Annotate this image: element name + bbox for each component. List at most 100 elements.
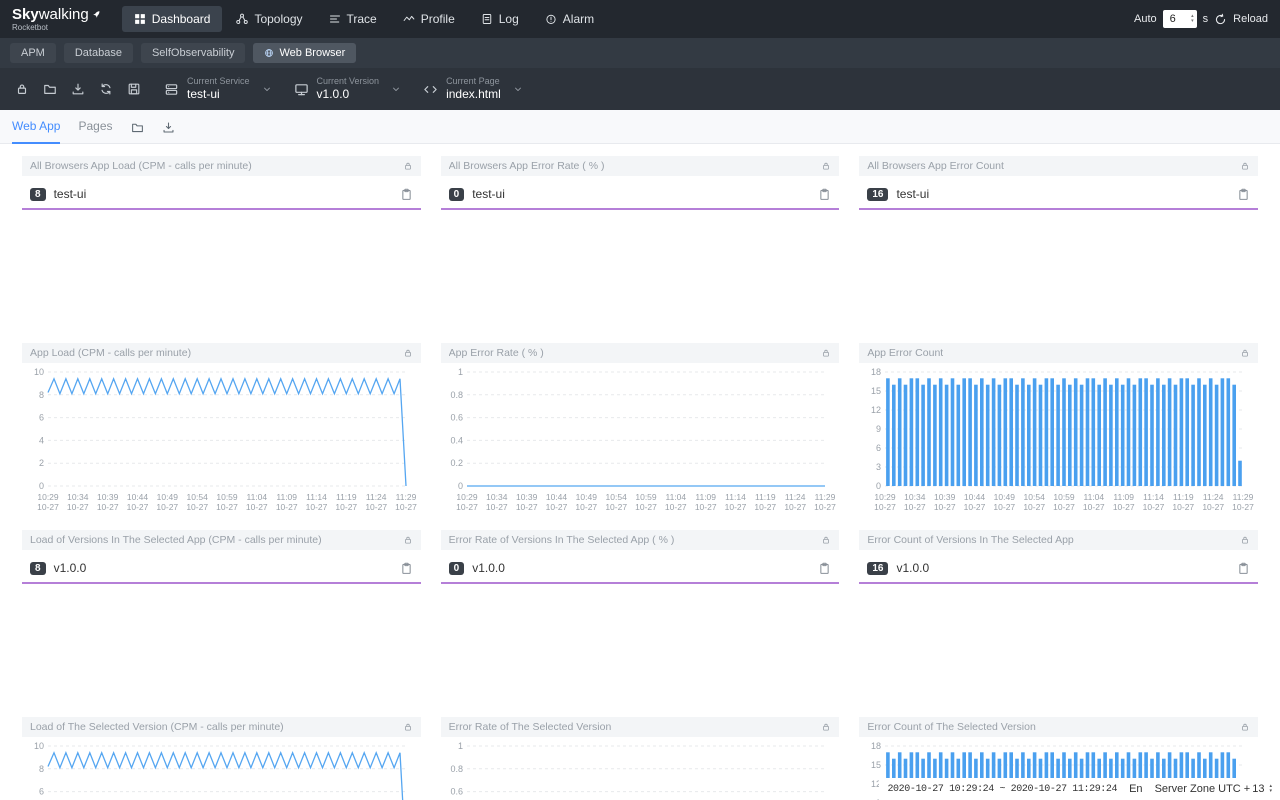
- copy-icon[interactable]: [400, 188, 413, 201]
- auto-reload-controls: Auto 6 s Reload: [1134, 10, 1268, 28]
- footer-bar: 2020-10-27 10:29:24 ~ 2020-10-27 11:29:2…: [879, 778, 1280, 800]
- lock-icon[interactable]: [821, 722, 831, 732]
- svg-text:10:34: 10:34: [904, 492, 926, 502]
- svg-text:10:29: 10:29: [875, 492, 897, 502]
- svg-text:11:24: 11:24: [1203, 492, 1224, 502]
- svg-text:15: 15: [871, 760, 881, 770]
- sync-icon[interactable]: [92, 75, 120, 103]
- chevron-down-icon: [513, 84, 523, 94]
- widget-header: App Error Count: [859, 343, 1258, 363]
- selector-current-page[interactable]: Current Page index.html: [423, 76, 529, 101]
- tab-label: SelfObservability: [152, 47, 235, 59]
- count-badge: 8: [30, 188, 46, 201]
- svg-text:11:14: 11:14: [306, 492, 327, 502]
- widget-title: Error Count of The Selected Version: [867, 721, 1035, 733]
- list-item[interactable]: 0 v1.0.0: [441, 550, 840, 582]
- nav-item-dashboard[interactable]: Dashboard: [122, 6, 223, 32]
- svg-text:10-27: 10-27: [635, 502, 657, 512]
- svg-text:10-27: 10-27: [365, 502, 387, 512]
- nav-item-label: Alarm: [563, 12, 594, 26]
- dashboard-tab-selfobservability[interactable]: SelfObservability: [141, 43, 246, 63]
- lock-icon[interactable]: [403, 535, 413, 545]
- server-zone-value[interactable]: 13: [1252, 783, 1264, 795]
- list-item[interactable]: 16 v1.0.0: [859, 550, 1258, 582]
- page-tab-web-app[interactable]: Web App: [12, 110, 60, 144]
- lock-icon[interactable]: [1240, 722, 1250, 732]
- widget-header: Error Rate of The Selected Version: [441, 717, 840, 737]
- nav-item-trace[interactable]: Trace: [317, 6, 389, 32]
- svg-text:10-27: 10-27: [874, 502, 896, 512]
- lock-icon[interactable]: [821, 535, 831, 545]
- copy-icon[interactable]: [818, 188, 831, 201]
- list-item[interactable]: 8 test-ui: [22, 176, 421, 208]
- page-tab-pages[interactable]: Pages: [78, 110, 112, 144]
- list-item[interactable]: 16 test-ui: [859, 176, 1258, 208]
- svg-text:10-27: 10-27: [186, 502, 208, 512]
- lock-icon[interactable]: [1240, 348, 1250, 358]
- list-item[interactable]: 8 v1.0.0: [22, 550, 421, 582]
- dashboard-tab-web-browser[interactable]: Web Browser: [253, 43, 356, 63]
- copy-icon[interactable]: [1237, 562, 1250, 575]
- save-icon[interactable]: [120, 75, 148, 103]
- trace-icon: [329, 13, 341, 25]
- svg-text:6: 6: [876, 443, 881, 453]
- value-bar: [859, 582, 1258, 584]
- lock-icon[interactable]: [403, 348, 413, 358]
- svg-text:9: 9: [876, 424, 881, 434]
- selector-current-version[interactable]: Current Version v1.0.0: [294, 76, 408, 101]
- stepper-icon[interactable]: [1269, 784, 1272, 794]
- copy-icon[interactable]: [818, 562, 831, 575]
- chart-canvas: 024681010:2910-2710:3410-2710:3910-2710:…: [22, 740, 418, 800]
- download-icon[interactable]: [162, 121, 175, 134]
- download-icon[interactable]: [64, 75, 92, 103]
- svg-text:10-27: 10-27: [1024, 502, 1046, 512]
- lock-icon[interactable]: [821, 161, 831, 171]
- stepper-icon[interactable]: [1191, 14, 1194, 24]
- copy-icon[interactable]: [1237, 188, 1250, 201]
- lock-icon[interactable]: [403, 722, 413, 732]
- nav-item-profile[interactable]: Profile: [391, 6, 467, 32]
- dashboard-tab-apm[interactable]: APM: [10, 43, 56, 63]
- lock-icon[interactable]: [821, 348, 831, 358]
- nav-item-topology[interactable]: Topology: [224, 6, 314, 32]
- list-item[interactable]: 0 test-ui: [441, 176, 840, 208]
- svg-text:10:44: 10:44: [127, 492, 149, 502]
- time-range-picker[interactable]: 2020-10-27 10:29:24 ~ 2020-10-27 11:29:2…: [887, 784, 1117, 795]
- nav-item-alarm[interactable]: Alarm: [533, 6, 606, 32]
- dashboard-tab-database[interactable]: Database: [64, 43, 133, 63]
- svg-text:0: 0: [39, 481, 44, 491]
- svg-text:0.6: 0.6: [450, 413, 463, 423]
- selector-current-service[interactable]: Current Service test-ui: [164, 76, 278, 101]
- nav-item-label: Trace: [347, 12, 377, 26]
- app-logo[interactable]: Skywalking Rocketbot: [12, 7, 102, 32]
- svg-text:10:54: 10:54: [605, 492, 627, 502]
- chevron-down-icon: [262, 84, 272, 94]
- folder-icon[interactable]: [131, 121, 144, 134]
- auto-interval-input[interactable]: 6: [1163, 10, 1197, 28]
- widget-header: Load of Versions In The Selected App (CP…: [22, 530, 421, 550]
- reload-label[interactable]: Reload: [1233, 13, 1268, 25]
- svg-text:10:39: 10:39: [516, 492, 538, 502]
- lock-icon[interactable]: [1240, 535, 1250, 545]
- svg-text:18: 18: [871, 367, 881, 377]
- svg-text:10-27: 10-27: [276, 502, 298, 512]
- lock-icon[interactable]: [1240, 161, 1250, 171]
- folder-icon[interactable]: [36, 75, 64, 103]
- copy-icon[interactable]: [400, 562, 413, 575]
- reload-icon[interactable]: [1214, 13, 1227, 26]
- widget-card: Load of The Selected Version (CPM - call…: [22, 717, 421, 800]
- selector-label: Current Version: [317, 76, 380, 87]
- nav-item-log[interactable]: Log: [469, 6, 531, 32]
- lock-icon[interactable]: [8, 75, 36, 103]
- svg-text:10-27: 10-27: [1173, 502, 1195, 512]
- svg-text:11:04: 11:04: [1084, 492, 1105, 502]
- svg-text:10-27: 10-27: [665, 502, 687, 512]
- language-select[interactable]: En: [1129, 783, 1142, 795]
- svg-text:10:34: 10:34: [67, 492, 89, 502]
- svg-text:10:34: 10:34: [486, 492, 508, 502]
- svg-text:10:59: 10:59: [635, 492, 657, 502]
- svg-text:10-27: 10-27: [127, 502, 149, 512]
- tab-label: Web Browser: [279, 47, 345, 59]
- widget-title: App Load (CPM - calls per minute): [30, 347, 191, 359]
- lock-icon[interactable]: [403, 161, 413, 171]
